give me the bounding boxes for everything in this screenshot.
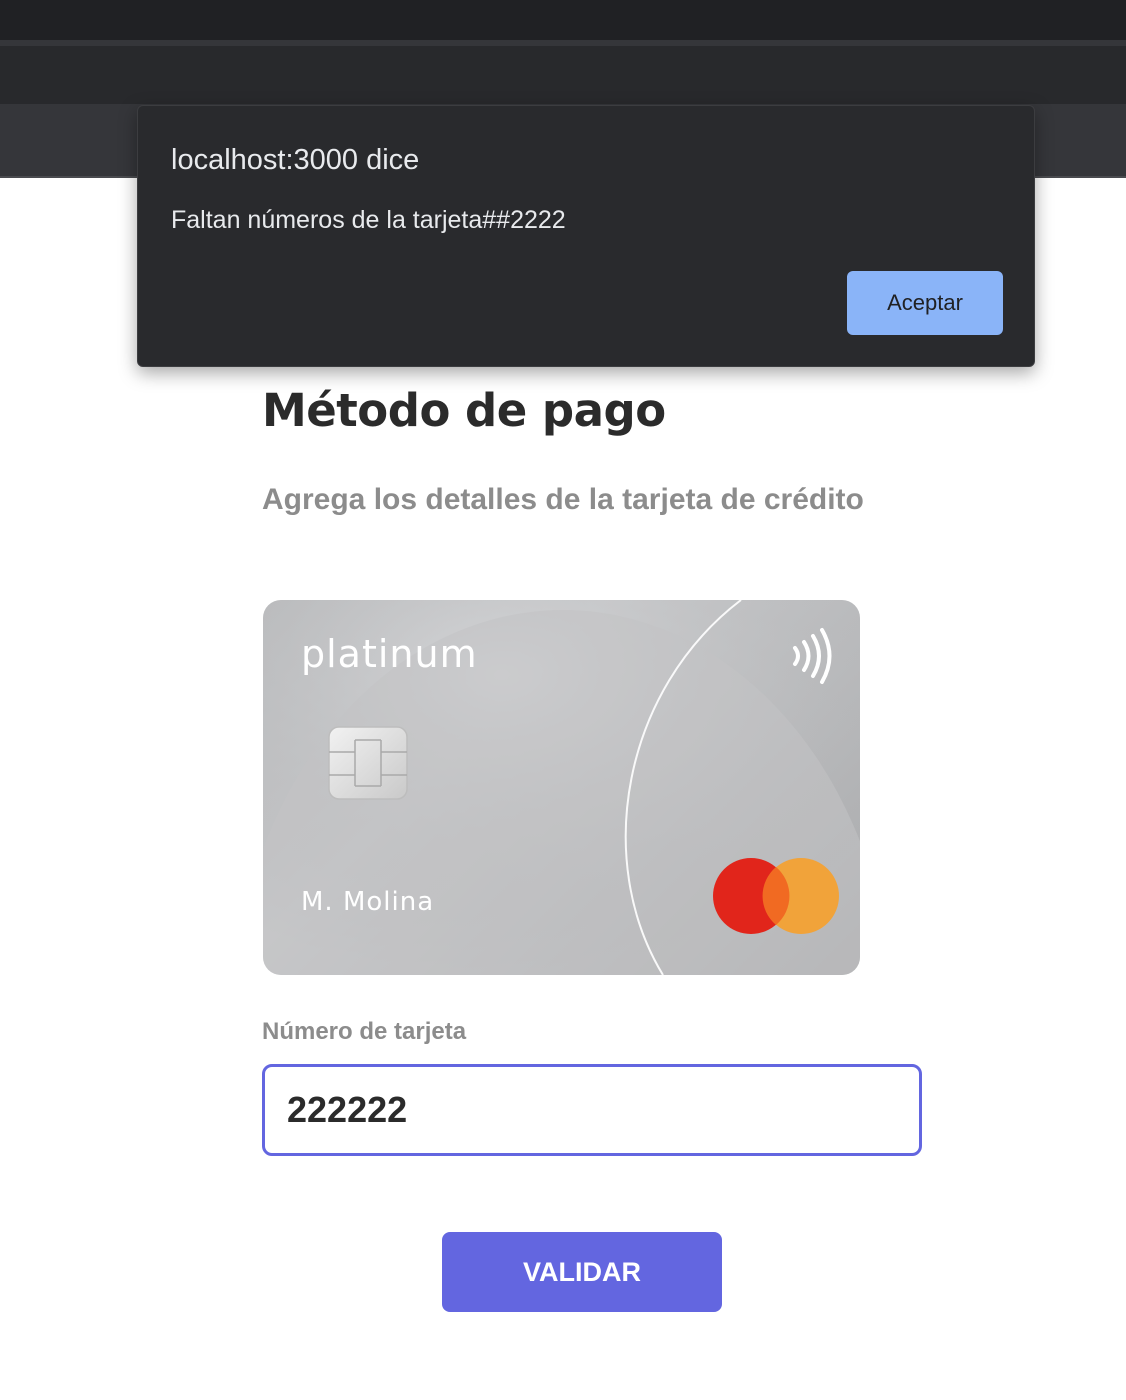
card-holder-name: M. Molina	[301, 887, 435, 917]
accept-button[interactable]: Aceptar	[847, 271, 1003, 335]
page-title: Método de pago	[262, 384, 666, 437]
browser-tab-bar	[0, 0, 1126, 40]
validate-button[interactable]: VALIDAR	[442, 1232, 722, 1312]
alert-message: Faltan números de la tarjeta##2222	[171, 206, 566, 234]
mastercard-logo	[713, 858, 839, 934]
card-number-input[interactable]	[262, 1064, 922, 1156]
credit-card-preview: platinum M. Molina	[263, 600, 860, 975]
alert-title: localhost:3000 dice	[171, 144, 420, 176]
alert-dialog: localhost:3000 dice Faltan números de la…	[137, 105, 1035, 367]
page-subtitle: Agrega los detalles de la tarjeta de cré…	[262, 483, 864, 516]
card-number-label: Número de tarjeta	[262, 1018, 467, 1045]
browser-toolbar	[0, 46, 1126, 104]
emv-chip-icon	[328, 726, 408, 800]
card-brand-text: platinum	[301, 632, 478, 676]
